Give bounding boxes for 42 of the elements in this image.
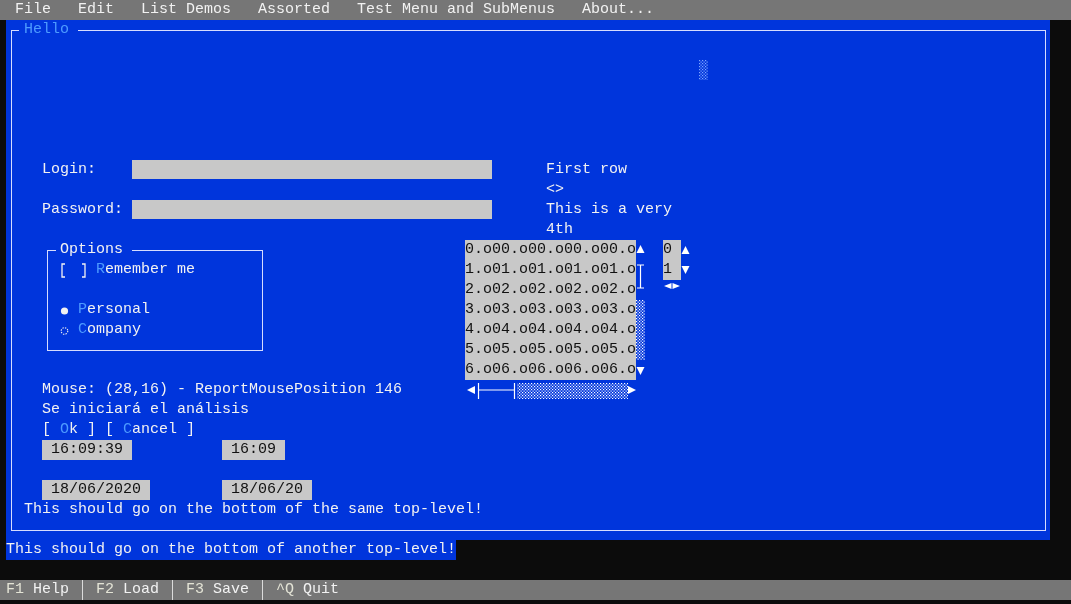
shade-block-icon: [699, 60, 708, 80]
login-field[interactable]: [132, 160, 492, 179]
field-label: Login:: [42, 160, 96, 180]
field-label: Password:: [42, 200, 123, 220]
message-text: Se iniciará el análisis: [42, 400, 250, 420]
text-line: This is a very: [546, 200, 673, 220]
radio-option[interactable]: Personal: [60, 300, 151, 320]
date-field[interactable]: 18/06/20: [222, 480, 312, 500]
menu-item[interactable]: List Demos: [141, 0, 231, 20]
list-item[interactable]: 4.o04.o04.o04.o04.o: [465, 320, 636, 340]
list-item[interactable]: 0.o00.o00.o00.o00.o: [465, 240, 636, 260]
list-item[interactable]: 1: [663, 260, 681, 280]
list-item[interactable]: 1.o01.o01.o01.o01.o: [465, 260, 636, 280]
status-item[interactable]: F1 Help: [6, 580, 78, 600]
list-item[interactable]: 2.o02.o02.o02.o02.o: [465, 280, 636, 300]
menu-item[interactable]: About...: [582, 0, 654, 20]
menu-item[interactable]: File: [15, 0, 51, 20]
bottom-text: This should go on the bottom of another top-level!: [6, 540, 457, 560]
remember-checkbox[interactable]: Remember me: [60, 260, 196, 280]
dialog-button[interactable]: [ Cancel ]: [105, 420, 196, 440]
menu-item[interactable]: Test Menu and SubMenus: [357, 0, 555, 20]
list-item[interactable]: 6.o06.o06.o06.o06.o: [465, 360, 636, 380]
radio-option[interactable]: Company: [60, 320, 142, 340]
bottom-text: This should go on the bottom of the same top-level!: [24, 500, 484, 520]
status-item[interactable]: F3 Save: [186, 580, 258, 600]
list-item[interactable]: 3.o03.o03.o03.o03.o: [465, 300, 636, 320]
mouse-report-text: Mouse: (28,16) - ReportMousePosition 146: [42, 380, 403, 400]
date-field[interactable]: 18/06/2020: [42, 480, 150, 500]
text-line: 4th: [546, 220, 573, 240]
time-field[interactable]: 16:09:39: [42, 440, 132, 460]
status-item[interactable]: F2 Load: [96, 580, 168, 600]
dialog-button[interactable]: [ Ok ]: [42, 420, 97, 440]
text-line: First row: [546, 160, 627, 180]
text-line: <>: [546, 180, 564, 200]
password-field[interactable]: [132, 200, 492, 219]
menu-item[interactable]: Assorted: [258, 0, 330, 20]
menu-item[interactable]: Edit: [78, 0, 114, 20]
horizontal-scrollbar[interactable]: [465, 380, 636, 400]
status-item[interactable]: ^Q Quit: [276, 580, 348, 600]
time-field[interactable]: 16:09: [222, 440, 285, 460]
list-item[interactable]: 5.o05.o05.o05.o05.o: [465, 340, 636, 360]
list-item[interactable]: 0: [663, 240, 681, 260]
